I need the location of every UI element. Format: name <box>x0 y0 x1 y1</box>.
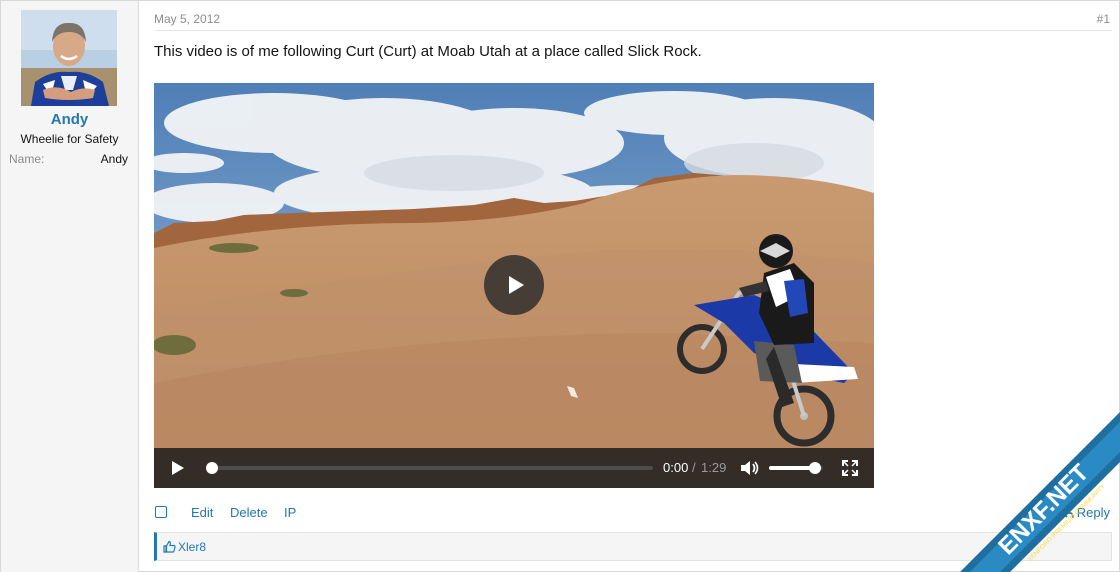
edit-link[interactable]: Edit <box>191 505 213 520</box>
seek-slider[interactable] <box>206 462 653 474</box>
message-user-sidebar: Andy Wheelie for Safety Name: Andy <box>1 1 139 572</box>
user-avatar[interactable] <box>21 10 117 106</box>
volume-handle[interactable] <box>808 462 821 474</box>
post-number[interactable]: #1 <box>1097 12 1110 26</box>
username[interactable]: Andy <box>1 111 138 128</box>
video-player[interactable]: 0:00 / 1:29 <box>154 83 874 488</box>
video-controls-bar: 0:00 / 1:29 <box>154 448 874 488</box>
user-extra-value: Andy <box>100 152 128 166</box>
likes-bar: Xler8 <box>154 532 1112 561</box>
delete-link[interactable]: Delete <box>230 505 268 520</box>
play-icon[interactable] <box>170 460 186 476</box>
volume-icon[interactable] <box>740 459 760 477</box>
current-time: 0:00 <box>663 460 689 475</box>
select-post-checkbox[interactable] <box>155 506 167 518</box>
reply-label: Reply <box>1076 505 1110 520</box>
post-body-text: This video is of me following Curt (Curt… <box>154 43 702 60</box>
user-extra-label: Name: <box>9 152 45 166</box>
reply-link[interactable]: Reply <box>1061 505 1110 520</box>
seek-handle[interactable] <box>206 462 218 474</box>
ip-link[interactable]: IP <box>284 505 296 520</box>
time-separator: / <box>692 460 696 475</box>
user-title: Wheelie for Safety <box>20 132 119 146</box>
thumbs-up-icon <box>163 540 176 553</box>
liker-name[interactable]: Xler8 <box>178 540 206 554</box>
message-post: Andy Wheelie for Safety Name: Andy May 5… <box>0 0 1120 572</box>
reply-arrow-icon <box>1061 508 1074 519</box>
volume-slider[interactable] <box>769 462 823 474</box>
post-date[interactable]: May 5, 2012 <box>154 12 220 26</box>
play-overlay-button[interactable] <box>484 255 544 315</box>
fullscreen-icon[interactable] <box>842 460 858 476</box>
duration-time: 1:29 <box>701 460 727 475</box>
header-divider <box>154 30 1112 31</box>
